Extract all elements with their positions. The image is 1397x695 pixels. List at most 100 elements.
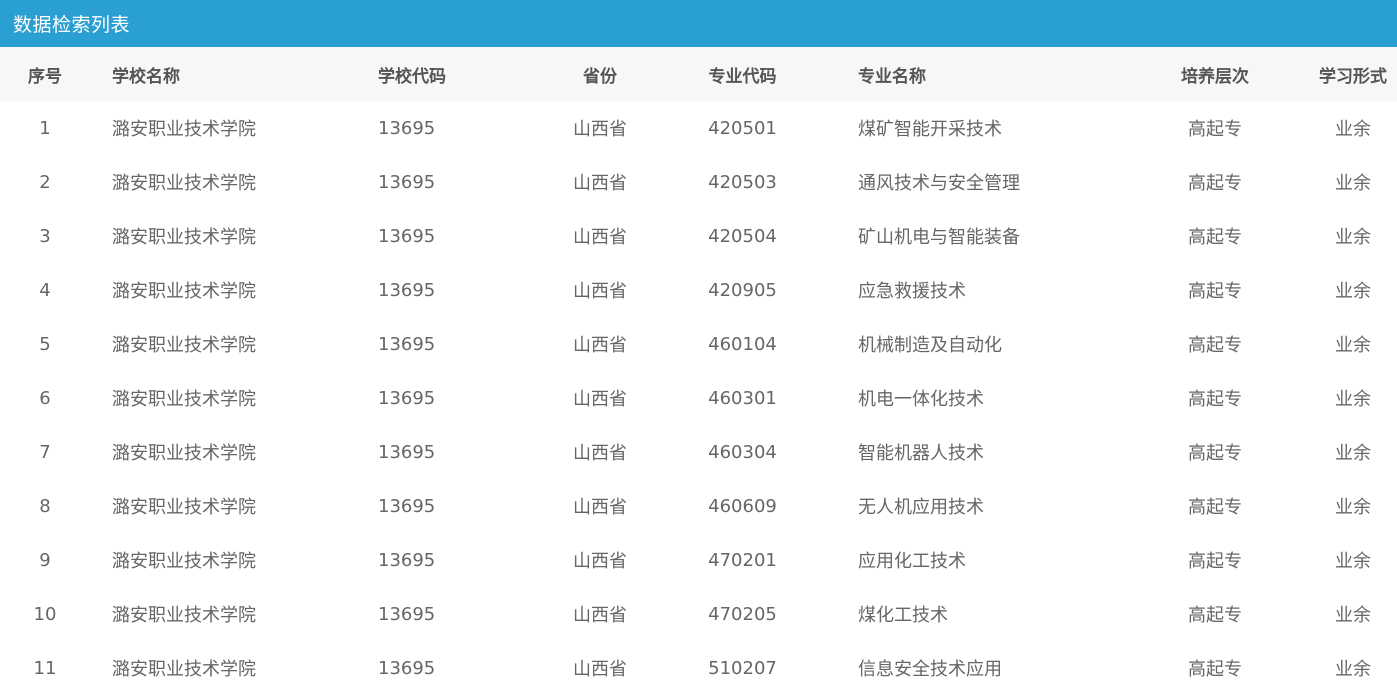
cell-index: 3: [39, 225, 51, 247]
cell-school-code: 13695: [378, 117, 436, 139]
column-header-major-code: 专业代码: [708, 66, 777, 87]
cell-study-mode: 业余: [1335, 227, 1371, 248]
cell-index: 2: [39, 171, 51, 193]
cell-level: 高起专: [1188, 173, 1242, 194]
cell-index: 11: [33, 657, 57, 679]
cell-index: 4: [39, 279, 51, 301]
table-row: 2 潞安职业技术学院 13695 山西省 420503 通风技术与安全管理 高起专 业余: [0, 155, 1397, 209]
cell-major-code: 420905: [708, 279, 777, 301]
column-header-province: 省份: [583, 66, 617, 87]
cell-index: 5: [39, 333, 51, 355]
cell-major-name: 机械制造及自动化: [858, 335, 1002, 356]
cell-level: 高起专: [1188, 227, 1242, 248]
cell-major-code: 420504: [708, 225, 777, 247]
cell-school-name: 潞安职业技术学院: [112, 335, 256, 356]
cell-province: 山西省: [573, 605, 627, 626]
cell-study-mode: 业余: [1335, 281, 1371, 302]
column-header-study-mode: 学习形式: [1319, 66, 1387, 87]
cell-study-mode: 业余: [1335, 605, 1371, 626]
column-header-school-code: 学校代码: [378, 66, 446, 87]
panel-header: 数据检索列表: [0, 0, 1397, 47]
cell-major-code: 470201: [708, 549, 777, 571]
cell-major-name: 煤化工技术: [858, 605, 948, 626]
cell-index: 6: [39, 387, 51, 409]
cell-major-name: 矿山机电与智能装备: [858, 227, 1020, 248]
cell-province: 山西省: [573, 281, 627, 302]
table-row: 8 潞安职业技术学院 13695 山西省 460609 无人机应用技术 高起专 业余: [0, 479, 1397, 533]
table-row: 5 潞安职业技术学院 13695 山西省 460104 机械制造及自动化 高起专 业余: [0, 317, 1397, 371]
cell-province: 山西省: [573, 389, 627, 410]
results-table-container: 序号 学校名称 学校代码 省份 专业代码 专业名称 培养层次 学习形式 1 潞安职…: [0, 47, 1397, 695]
results-table: 序号 学校名称 学校代码 省份 专业代码 专业名称 培养层次 学习形式 1 潞安职…: [0, 47, 1397, 695]
cell-major-name: 煤矿智能开采技术: [858, 119, 1002, 140]
cell-study-mode: 业余: [1335, 119, 1371, 140]
cell-province: 山西省: [573, 335, 627, 356]
cell-province: 山西省: [573, 443, 627, 464]
cell-school-code: 13695: [378, 225, 436, 247]
cell-index: 9: [39, 549, 51, 571]
table-body: 1 潞安职业技术学院 13695 山西省 420501 煤矿智能开采技术 高起专 业余 2 潞安职…: [0, 101, 1397, 695]
cell-school-code: 13695: [378, 603, 436, 625]
cell-study-mode: 业余: [1335, 173, 1371, 194]
cell-major-code: 460304: [708, 441, 777, 463]
cell-province: 山西省: [573, 173, 627, 194]
panel-title: 数据检索列表: [13, 14, 131, 36]
cell-school-code: 13695: [378, 657, 436, 679]
cell-major-name: 智能机器人技术: [858, 443, 984, 464]
cell-school-name: 潞安职业技术学院: [112, 443, 256, 464]
cell-index: 1: [39, 117, 51, 139]
cell-school-code: 13695: [378, 279, 436, 301]
cell-level: 高起专: [1188, 605, 1242, 626]
column-header-index: 序号: [28, 66, 62, 87]
cell-province: 山西省: [573, 659, 627, 680]
cell-school-code: 13695: [378, 549, 436, 571]
table-row: 4 潞安职业技术学院 13695 山西省 420905 应急救援技术 高起专 业余: [0, 263, 1397, 317]
table-row: 9 潞安职业技术学院 13695 山西省 470201 应用化工技术 高起专 业余: [0, 533, 1397, 587]
cell-major-name: 应用化工技术: [858, 551, 966, 572]
cell-school-name: 潞安职业技术学院: [112, 659, 256, 680]
cell-level: 高起专: [1188, 119, 1242, 140]
cell-province: 山西省: [573, 497, 627, 518]
cell-school-name: 潞安职业技术学院: [112, 227, 256, 248]
cell-school-name: 潞安职业技术学院: [112, 389, 256, 410]
cell-province: 山西省: [573, 551, 627, 572]
cell-major-code: 460301: [708, 387, 777, 409]
cell-level: 高起专: [1188, 281, 1242, 302]
cell-major-name: 机电一体化技术: [858, 389, 984, 410]
cell-major-name: 通风技术与安全管理: [858, 173, 1020, 194]
cell-level: 高起专: [1188, 389, 1242, 410]
cell-major-code: 460104: [708, 333, 777, 355]
cell-study-mode: 业余: [1335, 659, 1371, 680]
cell-province: 山西省: [573, 119, 627, 140]
cell-major-code: 420501: [708, 117, 777, 139]
cell-index: 7: [39, 441, 51, 463]
cell-major-code: 510207: [708, 657, 777, 679]
table-row: 3 潞安职业技术学院 13695 山西省 420504 矿山机电与智能装备 高起专 业余: [0, 209, 1397, 263]
column-header-school-name: 学校名称: [112, 66, 180, 87]
column-header-level: 培养层次: [1181, 66, 1249, 87]
cell-major-code: 460609: [708, 495, 777, 517]
table-row: 6 潞安职业技术学院 13695 山西省 460301 机电一体化技术 高起专 业余: [0, 371, 1397, 425]
cell-major-name: 无人机应用技术: [858, 497, 984, 518]
cell-level: 高起专: [1188, 497, 1242, 518]
cell-index: 10: [33, 603, 57, 625]
cell-school-name: 潞安职业技术学院: [112, 497, 256, 518]
cell-school-name: 潞安职业技术学院: [112, 173, 256, 194]
table-header-row: 序号 学校名称 学校代码 省份 专业代码 专业名称 培养层次 学习形式: [0, 47, 1397, 101]
cell-level: 高起专: [1188, 443, 1242, 464]
cell-study-mode: 业余: [1335, 497, 1371, 518]
cell-school-code: 13695: [378, 387, 436, 409]
cell-study-mode: 业余: [1335, 389, 1371, 410]
cell-school-code: 13695: [378, 441, 436, 463]
cell-school-name: 潞安职业技术学院: [112, 281, 256, 302]
cell-major-name: 应急救援技术: [858, 281, 966, 302]
cell-level: 高起专: [1188, 659, 1242, 680]
column-header-major-name: 专业名称: [858, 66, 926, 87]
cell-study-mode: 业余: [1335, 443, 1371, 464]
table-row: 7 潞安职业技术学院 13695 山西省 460304 智能机器人技术 高起专 业余: [0, 425, 1397, 479]
cell-school-name: 潞安职业技术学院: [112, 119, 256, 140]
cell-index: 8: [39, 495, 51, 517]
cell-level: 高起专: [1188, 551, 1242, 572]
cell-major-code: 420503: [708, 171, 777, 193]
cell-major-code: 470205: [708, 603, 777, 625]
